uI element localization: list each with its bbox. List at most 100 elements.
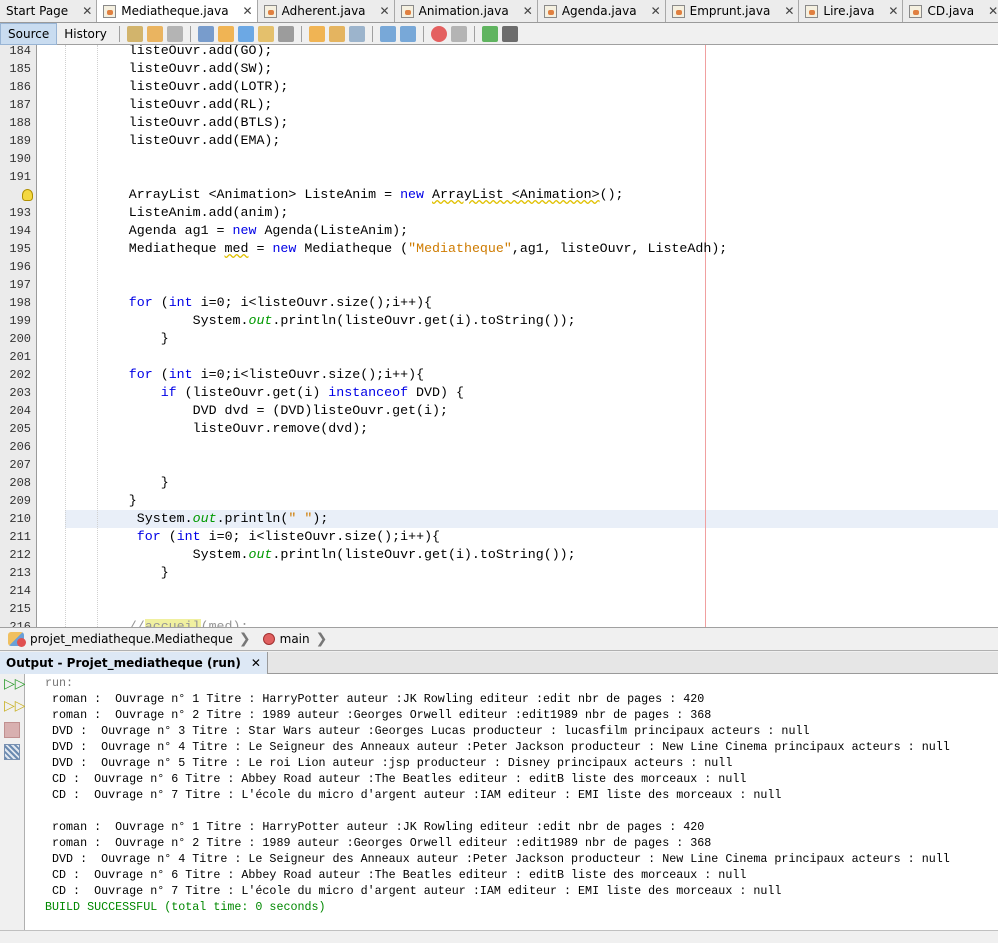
tab-mediatheque-java[interactable]: Mediatheque.java ✕	[97, 0, 258, 22]
code-line: listeOuvr.add(GO);	[41, 45, 273, 60]
code-token: );	[312, 511, 329, 526]
find-next-icon[interactable]	[237, 25, 254, 42]
chevron-right-icon: ❯	[238, 631, 251, 647]
toggle-rect-select-icon[interactable]	[277, 25, 294, 42]
output-line: roman : Ouvrage n° 1 Titre : HarryPotter…	[45, 692, 705, 706]
code-token: (	[160, 529, 177, 544]
back-icon[interactable]	[146, 25, 163, 42]
last-edit-icon[interactable]	[126, 25, 143, 42]
comment-icon[interactable]	[481, 25, 498, 42]
code-line: System.out.println(listeOuvr.get(i).toSt…	[41, 546, 576, 564]
code-token: for	[128, 295, 153, 310]
code-token: Mediatheque	[41, 241, 225, 256]
line-number: 205	[9, 422, 31, 436]
find-icon[interactable]	[197, 25, 214, 42]
code-line: }	[41, 492, 137, 510]
code-token: //	[41, 619, 145, 627]
close-icon[interactable]: ✕	[523, 4, 533, 18]
forward-icon[interactable]	[166, 25, 183, 42]
close-icon[interactable]: ✕	[988, 4, 998, 18]
close-icon[interactable]: ✕	[251, 656, 261, 670]
code-token: (	[152, 367, 169, 382]
code-token: .println(listeOuvr.get(i).toString());	[272, 547, 576, 562]
code-token: accueil	[144, 619, 201, 627]
shift-down-icon[interactable]	[328, 25, 345, 42]
code-token: ListeAnim.add(anim);	[41, 205, 289, 220]
code-token: listeOuvr.add(RL);	[41, 97, 273, 112]
line-number: 194	[9, 224, 31, 238]
history-tab[interactable]: History	[57, 23, 114, 45]
line-number: 206	[9, 440, 31, 454]
close-icon[interactable]: ✕	[82, 4, 92, 18]
class-icon	[8, 632, 26, 647]
tab-animation-java[interactable]: Animation.java ✕	[394, 0, 538, 22]
tab-agenda-java[interactable]: Agenda.java ✕	[537, 0, 666, 22]
code-token: (	[152, 295, 169, 310]
tab-start-page[interactable]: Start Page ✕	[0, 0, 98, 22]
line-number: 202	[9, 368, 31, 382]
code-token: DVD dvd = (DVD)listeOuvr.get(i);	[41, 403, 448, 418]
rerun-icon[interactable]: ▷▷	[4, 676, 26, 692]
toolbar-icons	[125, 25, 520, 42]
line-number: 193	[9, 206, 31, 220]
tab-label: CD.java	[927, 4, 975, 18]
output-title: Output - Projet_mediatheque (run)	[6, 656, 241, 670]
uncomment-icon[interactable]	[501, 25, 518, 42]
output-line: DVD : Ouvrage n° 4 Titre : Le Seigneur d…	[45, 740, 950, 754]
start-macro-icon[interactable]	[430, 25, 447, 42]
java-file-icon	[909, 4, 923, 18]
find-previous-icon[interactable]	[217, 25, 234, 42]
line-number: 196	[9, 260, 31, 274]
code-token: new	[272, 241, 297, 256]
output-console[interactable]: run: roman : Ouvrage n° 1 Titre : HarryP…	[25, 674, 998, 930]
line-number: 187	[9, 98, 31, 112]
code-token: " "	[288, 511, 313, 526]
code-line: for (int i=0; i<listeOuvr.size();i++){	[41, 294, 432, 312]
warning-bulb-icon[interactable]	[22, 189, 33, 201]
tab-label: Agenda.java	[561, 4, 637, 18]
code-line: listeOuvr.remove(dvd);	[41, 420, 369, 438]
code-token: }	[41, 475, 169, 490]
close-icon[interactable]: ✕	[380, 4, 390, 18]
line-number: 197	[9, 278, 31, 292]
shift-up-icon[interactable]	[308, 25, 325, 42]
code-token: instanceof	[328, 385, 409, 400]
line-number: 191	[9, 170, 31, 184]
tab-label: Start Page	[6, 4, 69, 18]
output-line: roman : Ouvrage n° 2 Titre : 1989 auteur…	[45, 836, 712, 850]
shift-left-icon[interactable]	[379, 25, 396, 42]
code-token: i=0; i<listeOuvr.size();i++){	[200, 529, 441, 544]
output-tab[interactable]: Output - Projet_mediatheque (run) ✕	[0, 652, 268, 674]
stop-macro-icon[interactable]	[450, 25, 467, 42]
breadcrumb-method[interactable]: main	[280, 632, 310, 646]
rerun-with-params-icon[interactable]: ▷▷	[4, 698, 26, 714]
line-number: 189	[9, 134, 31, 148]
settings-icon[interactable]	[4, 744, 20, 760]
shift-right-icon[interactable]	[399, 25, 416, 42]
tab-emprunt-java[interactable]: Emprunt.java ✕	[665, 0, 800, 22]
source-tab[interactable]: Source	[0, 22, 58, 45]
stop-icon[interactable]	[4, 722, 20, 738]
code-token: Agenda(ListeAnim);	[256, 223, 409, 238]
line-number: 208	[9, 476, 31, 490]
tab-lire-java[interactable]: Lire.java ✕	[799, 0, 904, 22]
close-icon[interactable]: ✕	[888, 4, 898, 18]
breadcrumb-class[interactable]: projet_mediatheque.Mediatheque	[30, 632, 233, 646]
close-icon[interactable]: ✕	[243, 4, 253, 18]
code-token: if	[160, 385, 177, 400]
line-number: 198	[9, 296, 31, 310]
output-line: roman : Ouvrage n° 2 Titre : 1989 auteur…	[45, 708, 712, 722]
code-token: med	[224, 241, 249, 256]
code-line: Mediatheque med = new Mediatheque ("Medi…	[41, 240, 728, 258]
close-icon[interactable]: ✕	[784, 4, 794, 18]
code-token: listeOuvr.add(GO);	[41, 45, 273, 58]
toggle-highlight-icon[interactable]	[257, 25, 274, 42]
code-token: listeOuvr.add(BTLS);	[41, 115, 289, 130]
toggle-bookmark-icon[interactable]	[348, 25, 365, 42]
code-editor[interactable]: 184 185 186 187 188 189 190 191 193 194 195 196 197 1…	[0, 45, 998, 627]
tab-adherent-java[interactable]: Adherent.java ✕	[257, 0, 395, 22]
output-toolbar: ▷▷ ▷▷	[0, 674, 26, 930]
close-icon[interactable]: ✕	[651, 4, 661, 18]
tab-cd-java[interactable]: CD.java ✕	[903, 0, 998, 22]
